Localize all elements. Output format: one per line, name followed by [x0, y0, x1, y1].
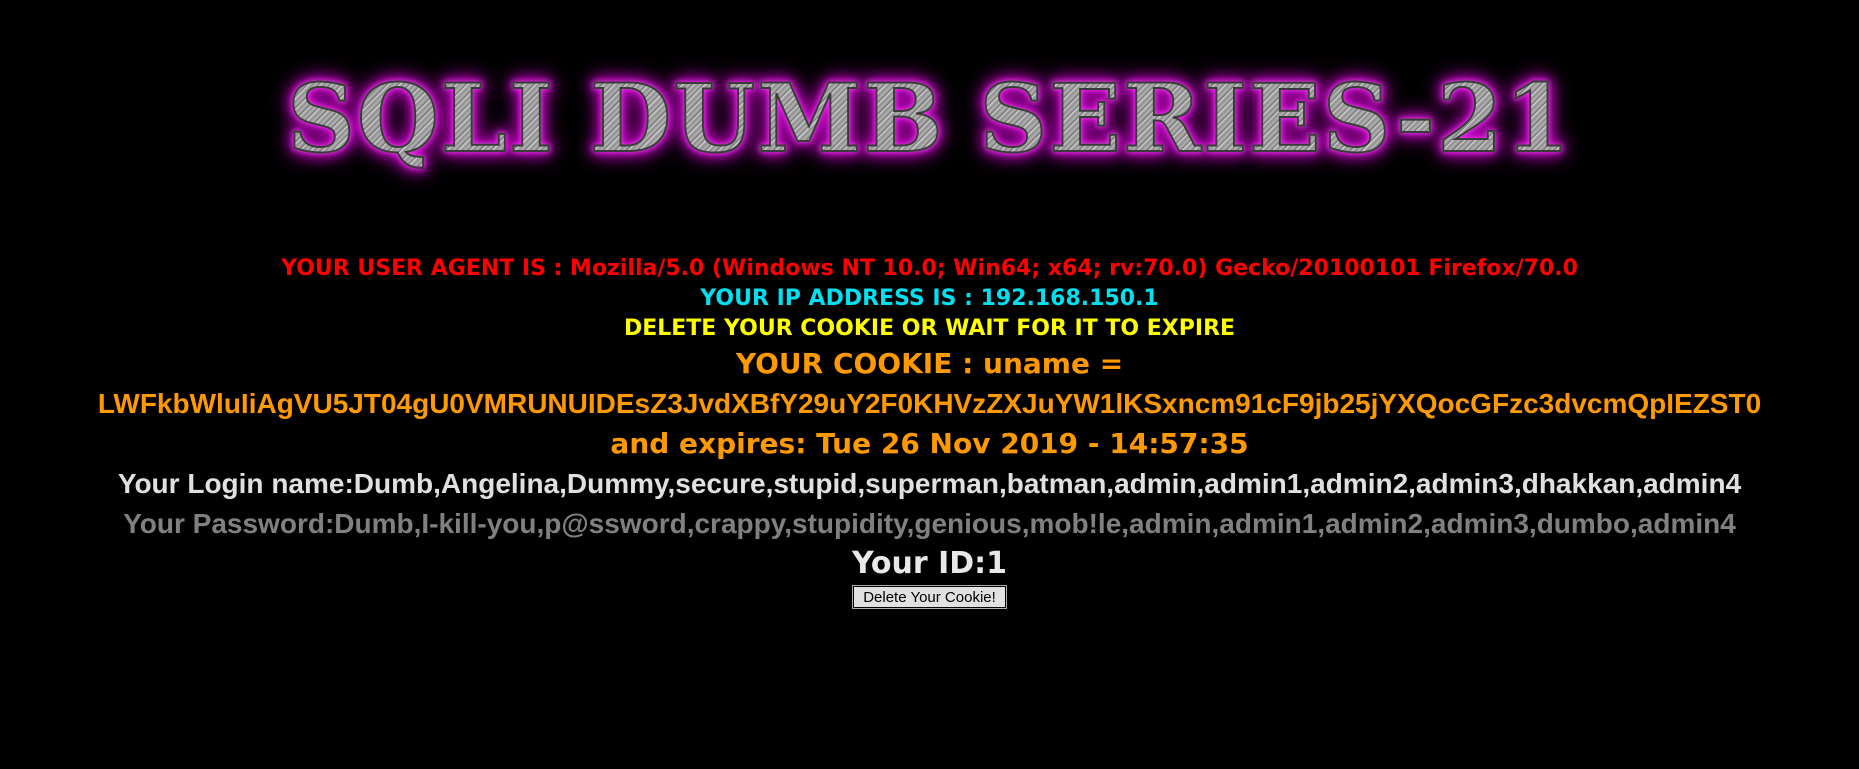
user-id: Your ID:1 — [851, 546, 1008, 581]
delete-cookie-form: Delete Your Cookie! — [0, 585, 1859, 609]
delete-cookie-button[interactable]: Delete Your Cookie! — [852, 585, 1007, 609]
cookie-value: LWFkbWluIiAgVU5JT04gU0VMRUNUIDEsZ3JvdXBf… — [97, 388, 1762, 419]
user-agent-text: YOUR USER AGENT IS : Mozilla/5.0 (Window… — [281, 256, 1578, 281]
delete-cookie-notice: DELETE YOUR COOKIE OR WAIT FOR IT TO EXP… — [623, 316, 1236, 341]
page: SQLI DUMB SERIES-21 YOUR USER AGENT IS :… — [0, 0, 1859, 769]
ip-address-text: YOUR IP ADDRESS IS : 192.168.150.1 — [700, 286, 1159, 311]
cookie-info-panel: YOUR USER AGENT IS : Mozilla/5.0 (Window… — [0, 254, 1859, 609]
passwords: Your Password:Dumb,I-kill-you,p@ssword,c… — [123, 508, 1736, 539]
cookie-label: YOUR COOKIE : uname = — [735, 347, 1124, 380]
header: SQLI DUMB SERIES-21 — [0, 64, 1859, 174]
login-names: Your Login name:Dumb,Angelina,Dummy,secu… — [117, 468, 1742, 499]
cookie-expiry: and expires: Tue 26 Nov 2019 - 14:57:35 — [610, 427, 1249, 460]
page-title: SQLI DUMB SERIES-21 — [286, 64, 1572, 174]
